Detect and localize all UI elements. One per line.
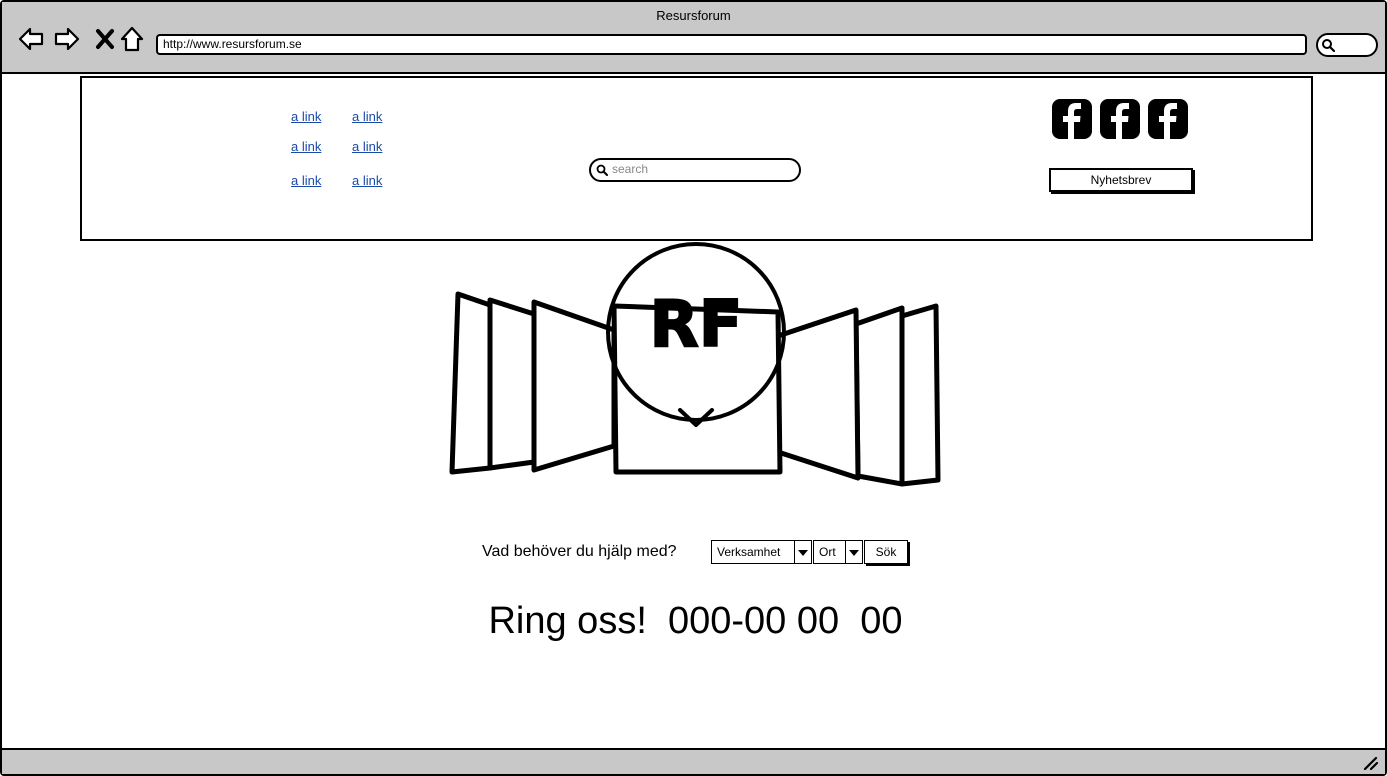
stop-icon[interactable] bbox=[92, 26, 118, 52]
cover-flow-carousel[interactable]: RF bbox=[442, 240, 952, 496]
home-icon[interactable] bbox=[120, 26, 146, 52]
status-bar bbox=[2, 748, 1385, 774]
site-header: a link a link a link a link a link a lin… bbox=[80, 76, 1313, 241]
facebook-icon[interactable] bbox=[1147, 98, 1189, 140]
search-placeholder: search bbox=[612, 162, 649, 176]
back-icon[interactable] bbox=[18, 26, 44, 52]
forward-icon[interactable] bbox=[54, 26, 80, 52]
search-icon bbox=[596, 164, 608, 176]
chevron-down-icon[interactable] bbox=[845, 541, 862, 563]
carousel-card bbox=[487, 297, 537, 471]
window-title: Resursforum bbox=[656, 8, 731, 23]
carousel-card bbox=[775, 307, 861, 481]
carousel-card bbox=[899, 303, 941, 487]
browser-search-field[interactable] bbox=[1316, 33, 1378, 57]
browser-toolbar: Resursforum http://www.resursforum.se bbox=[2, 2, 1385, 74]
header-link[interactable]: a link bbox=[291, 173, 321, 188]
search-button[interactable]: Sök bbox=[864, 540, 908, 564]
header-link[interactable]: a link bbox=[352, 173, 382, 188]
carousel-card bbox=[853, 305, 905, 487]
chevron-down-icon[interactable] bbox=[794, 541, 811, 563]
newsletter-button[interactable]: Nyhetsbrev bbox=[1049, 168, 1193, 192]
header-link[interactable]: a link bbox=[352, 139, 382, 154]
browser-window: Resursforum http://www.resursforum.se a … bbox=[0, 0, 1387, 776]
address-bar[interactable]: http://www.resursforum.se bbox=[156, 34, 1307, 55]
logo-text: RF bbox=[650, 288, 743, 362]
help-question: Vad behöver du hjälp med? bbox=[482, 543, 677, 560]
resize-handle-icon[interactable] bbox=[1363, 756, 1379, 770]
carousel-card bbox=[449, 291, 493, 475]
phone-contact: Ring oss! 000-00 00 00 bbox=[488, 600, 903, 642]
header-link[interactable]: a link bbox=[291, 109, 321, 124]
verksamhet-select-value: Verksamhet bbox=[717, 545, 781, 559]
ort-select[interactable]: Ort bbox=[813, 540, 863, 564]
carousel-card bbox=[531, 299, 617, 473]
facebook-icon[interactable] bbox=[1099, 98, 1141, 140]
verksamhet-select[interactable]: Verksamhet bbox=[711, 540, 812, 564]
facebook-icon[interactable] bbox=[1051, 98, 1093, 140]
ort-select-value: Ort bbox=[819, 545, 836, 559]
site-search-input[interactable]: search bbox=[589, 158, 801, 182]
header-link[interactable]: a link bbox=[352, 109, 382, 124]
search-icon bbox=[1322, 39, 1335, 52]
header-link[interactable]: a link bbox=[291, 139, 321, 154]
